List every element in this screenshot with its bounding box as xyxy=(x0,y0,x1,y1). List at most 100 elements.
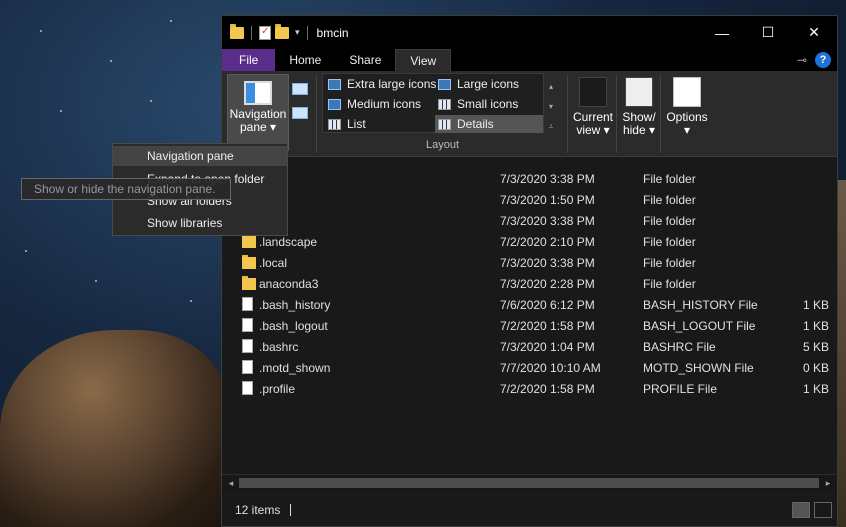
file-name: anaconda3 xyxy=(259,276,319,291)
file-size: 0 KB xyxy=(802,360,829,375)
scroll-right-icon[interactable]: ▸ xyxy=(821,476,835,490)
navigation-pane-button[interactable]: Navigation pane ▾ xyxy=(227,74,289,151)
title-bar: ▾ bmcin — ☐ ✕ xyxy=(222,16,837,49)
current-view-icon xyxy=(579,77,607,107)
file-icon xyxy=(242,381,253,395)
menu-item-navigation-pane[interactable]: Navigation pane xyxy=(113,146,287,166)
folder-row[interactable]: .local 7/3/2020 3:38 PM File folder xyxy=(222,252,837,273)
customize-toolbar-dropdown-icon[interactable]: ▾ xyxy=(295,27,300,38)
file-date-modified: 7/2/2020 1:58 PM xyxy=(500,318,595,333)
folder-icon xyxy=(242,234,256,248)
properties-icon[interactable] xyxy=(259,25,271,40)
status-bar: 12 items xyxy=(222,491,837,526)
folder-row[interactable]: .landscape 7/2/2020 2:10 PM File folder xyxy=(222,231,837,252)
layout-item-label: Extra large icons xyxy=(347,77,437,91)
layout-item-label: Medium icons xyxy=(347,97,422,111)
layout-list[interactable]: List xyxy=(325,115,369,133)
tab-home[interactable]: Home xyxy=(275,49,335,71)
group-divider xyxy=(567,75,568,153)
menu-item-show-libraries[interactable]: Show libraries xyxy=(113,213,287,233)
layout-large-icons[interactable]: Large icons xyxy=(435,75,522,93)
group-divider xyxy=(616,75,617,153)
window-controls: — ☐ ✕ xyxy=(699,16,837,49)
layout-extra-large-icons[interactable]: Extra large icons xyxy=(325,75,439,93)
file-type: File folder xyxy=(643,192,696,207)
file-type: MOTD_SHOWN File xyxy=(643,360,754,375)
expand-gallery-icon[interactable]: ⩡ xyxy=(546,117,556,137)
large-icons-view-toggle-icon[interactable] xyxy=(814,502,832,518)
folder-row[interactable]: on7/3/2020 1:50 PMFile folder xyxy=(222,189,837,210)
layout-group-label: Layout xyxy=(426,139,460,151)
current-view-button[interactable]: Current view ▾ xyxy=(572,74,614,137)
layout-gallery-scroll[interactable]: ▴ ▾ ⩡ xyxy=(546,77,556,137)
layout-medium-icons[interactable]: Medium icons xyxy=(325,95,424,113)
file-type: BASH_LOGOUT File xyxy=(643,318,756,333)
file-row[interactable]: .profile 7/2/2020 1:58 PM PROFILE File 1 KB xyxy=(222,378,837,399)
file-type: File folder xyxy=(643,213,696,228)
file-date-modified: 7/3/2020 1:50 PM xyxy=(500,192,595,207)
file-date-modified: 7/3/2020 2:28 PM xyxy=(500,276,595,291)
file-name: .profile xyxy=(259,381,296,396)
scrollbar-thumb[interactable] xyxy=(239,478,819,488)
details-pane-icon[interactable] xyxy=(292,107,308,119)
tooltip: Show or hide the navigation pane. xyxy=(21,178,231,200)
folder-row[interactable]: g7/3/2020 3:38 PMFile folder xyxy=(222,168,837,189)
options-label-2: ▾ xyxy=(683,123,691,137)
file-icon xyxy=(242,360,253,374)
file-date-modified: 7/3/2020 1:04 PM xyxy=(500,339,595,354)
folder-row[interactable]: anaconda3 7/3/2020 2:28 PM File folder xyxy=(222,273,837,294)
current-view-label-2: view ▾ xyxy=(576,123,610,137)
extra-large-icons-icon xyxy=(328,78,341,90)
tab-view[interactable]: View xyxy=(395,49,452,71)
file-date-modified: 7/7/2020 10:10 AM xyxy=(500,360,601,375)
details-view-toggle-icon[interactable] xyxy=(792,502,810,518)
show-hide-button[interactable]: Show/ hide ▾ xyxy=(620,74,658,137)
item-count: 12 items xyxy=(235,502,281,517)
small-icons-icon xyxy=(438,98,451,110)
file-type: File folder xyxy=(643,234,696,249)
scroll-left-icon[interactable]: ◂ xyxy=(224,476,238,490)
folder-row[interactable]: er7/3/2020 3:38 PMFile folder xyxy=(222,210,837,231)
file-size: 1 KB xyxy=(802,318,829,333)
file-row[interactable]: .bash_logout 7/2/2020 1:58 PM BASH_LOGOUT … xyxy=(222,315,837,336)
file-date-modified: 7/3/2020 3:38 PM xyxy=(500,255,595,270)
options-button[interactable]: Options ▾ xyxy=(664,74,710,137)
preview-pane-icon[interactable] xyxy=(292,83,308,95)
layout-details[interactable]: Details xyxy=(435,115,543,133)
minimize-button[interactable]: — xyxy=(699,16,745,49)
file-name: .local xyxy=(259,255,288,270)
tab-share[interactable]: Share xyxy=(335,49,395,71)
scroll-up-icon[interactable]: ▴ xyxy=(546,77,556,97)
tab-file[interactable]: File xyxy=(222,49,276,71)
file-size: 1 KB xyxy=(802,381,829,396)
file-row[interactable]: .bashrc 7/3/2020 1:04 PM BASHRC File 5 KB xyxy=(222,336,837,357)
file-row[interactable]: .bash_history 7/6/2020 6:12 PM BASH_HISTOR… xyxy=(222,294,837,315)
maximize-button[interactable]: ☐ xyxy=(745,16,791,49)
scroll-down-icon[interactable]: ▾ xyxy=(546,97,556,117)
layout-small-icons[interactable]: Small icons xyxy=(435,95,521,113)
help-icon[interactable]: ? xyxy=(815,52,831,68)
layout-gallery: Extra large icons Large icons Medium ico… xyxy=(322,73,544,133)
folder-icon xyxy=(230,23,244,39)
pin-ribbon-icon[interactable]: ⊸ xyxy=(797,53,807,67)
file-date-modified: 7/3/2020 3:38 PM xyxy=(500,213,595,228)
close-button[interactable]: ✕ xyxy=(791,16,837,49)
folder-icon xyxy=(242,255,256,269)
show-hide-label-2: hide ▾ xyxy=(622,123,656,137)
large-icons-icon xyxy=(438,78,451,90)
ribbon-view-panel: Navigation pane ▾ Extra large icons Larg… xyxy=(222,71,837,157)
file-type: File folder xyxy=(643,171,696,186)
file-date-modified: 7/2/2020 2:10 PM xyxy=(500,234,595,249)
file-list: g7/3/2020 3:38 PMFile folderon7/3/2020 1… xyxy=(222,158,837,488)
file-size: 5 KB xyxy=(802,339,829,354)
quick-access-toolbar: ▾ xyxy=(222,16,311,49)
file-row[interactable]: .motd_shown 7/7/2020 10:10 AM MOTD_SHOWN F… xyxy=(222,357,837,378)
layout-item-label: Small icons xyxy=(457,97,519,111)
file-name: .landscape xyxy=(259,234,318,249)
new-folder-icon[interactable] xyxy=(275,23,289,39)
horizontal-scrollbar[interactable]: ◂ ▸ xyxy=(222,474,837,491)
layout-item-label: Large icons xyxy=(457,77,520,91)
file-date-modified: 7/2/2020 1:58 PM xyxy=(500,381,595,396)
list-icon xyxy=(328,118,341,130)
file-type: PROFILE File xyxy=(643,381,718,396)
